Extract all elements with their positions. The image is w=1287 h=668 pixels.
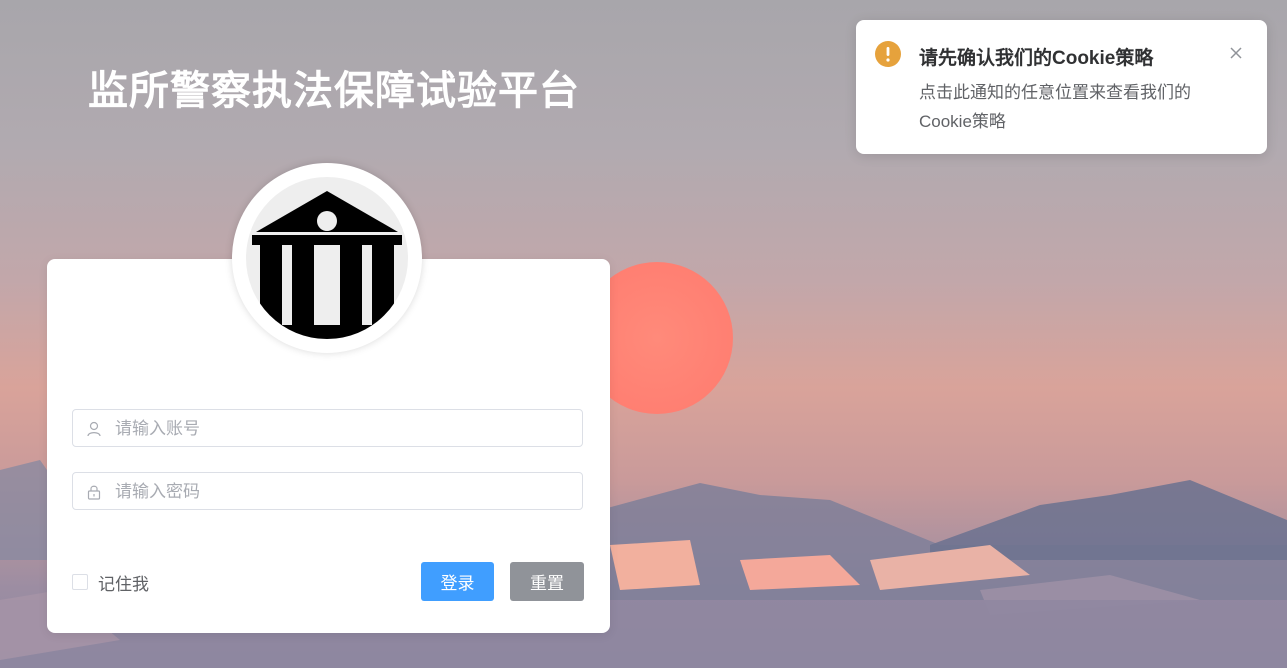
notification-message: 点击此通知的任意位置来查看我们的Cookie策略 [919, 83, 1191, 131]
page-title: 监所警察执法保障试验平台 [88, 69, 580, 113]
username-field[interactable] [72, 409, 583, 448]
mountain-shape [0, 460, 47, 560]
password-input[interactable] [113, 473, 577, 511]
reset-button[interactable]: 重置 [510, 562, 584, 601]
lock-icon [87, 485, 101, 500]
ice-shape [610, 540, 700, 590]
remember-me[interactable]: 记住我 [72, 572, 149, 594]
avatar-background [246, 177, 408, 339]
login-button[interactable]: 登录 [421, 562, 494, 601]
notification-title: 请先确认我们的Cookie策略 [919, 48, 1154, 69]
bank-building-icon [246, 191, 408, 339]
warning-icon [875, 41, 901, 67]
username-input[interactable] [113, 410, 577, 448]
cookie-notification[interactable]: 请先确认我们的Cookie策略 点击此通知的任意位置来查看我们的Cookie策略 [856, 20, 1267, 154]
password-field[interactable] [72, 472, 583, 511]
login-page: 监所警察执法保障试验平台 请输入账号 记住我 登录 重置 请先确认我们的Cook… [0, 0, 1287, 668]
remember-label: 记住我 [98, 574, 149, 594]
close-icon[interactable] [1228, 45, 1244, 61]
user-icon [87, 421, 101, 437]
avatar [232, 163, 422, 353]
remember-checkbox[interactable] [72, 574, 88, 590]
